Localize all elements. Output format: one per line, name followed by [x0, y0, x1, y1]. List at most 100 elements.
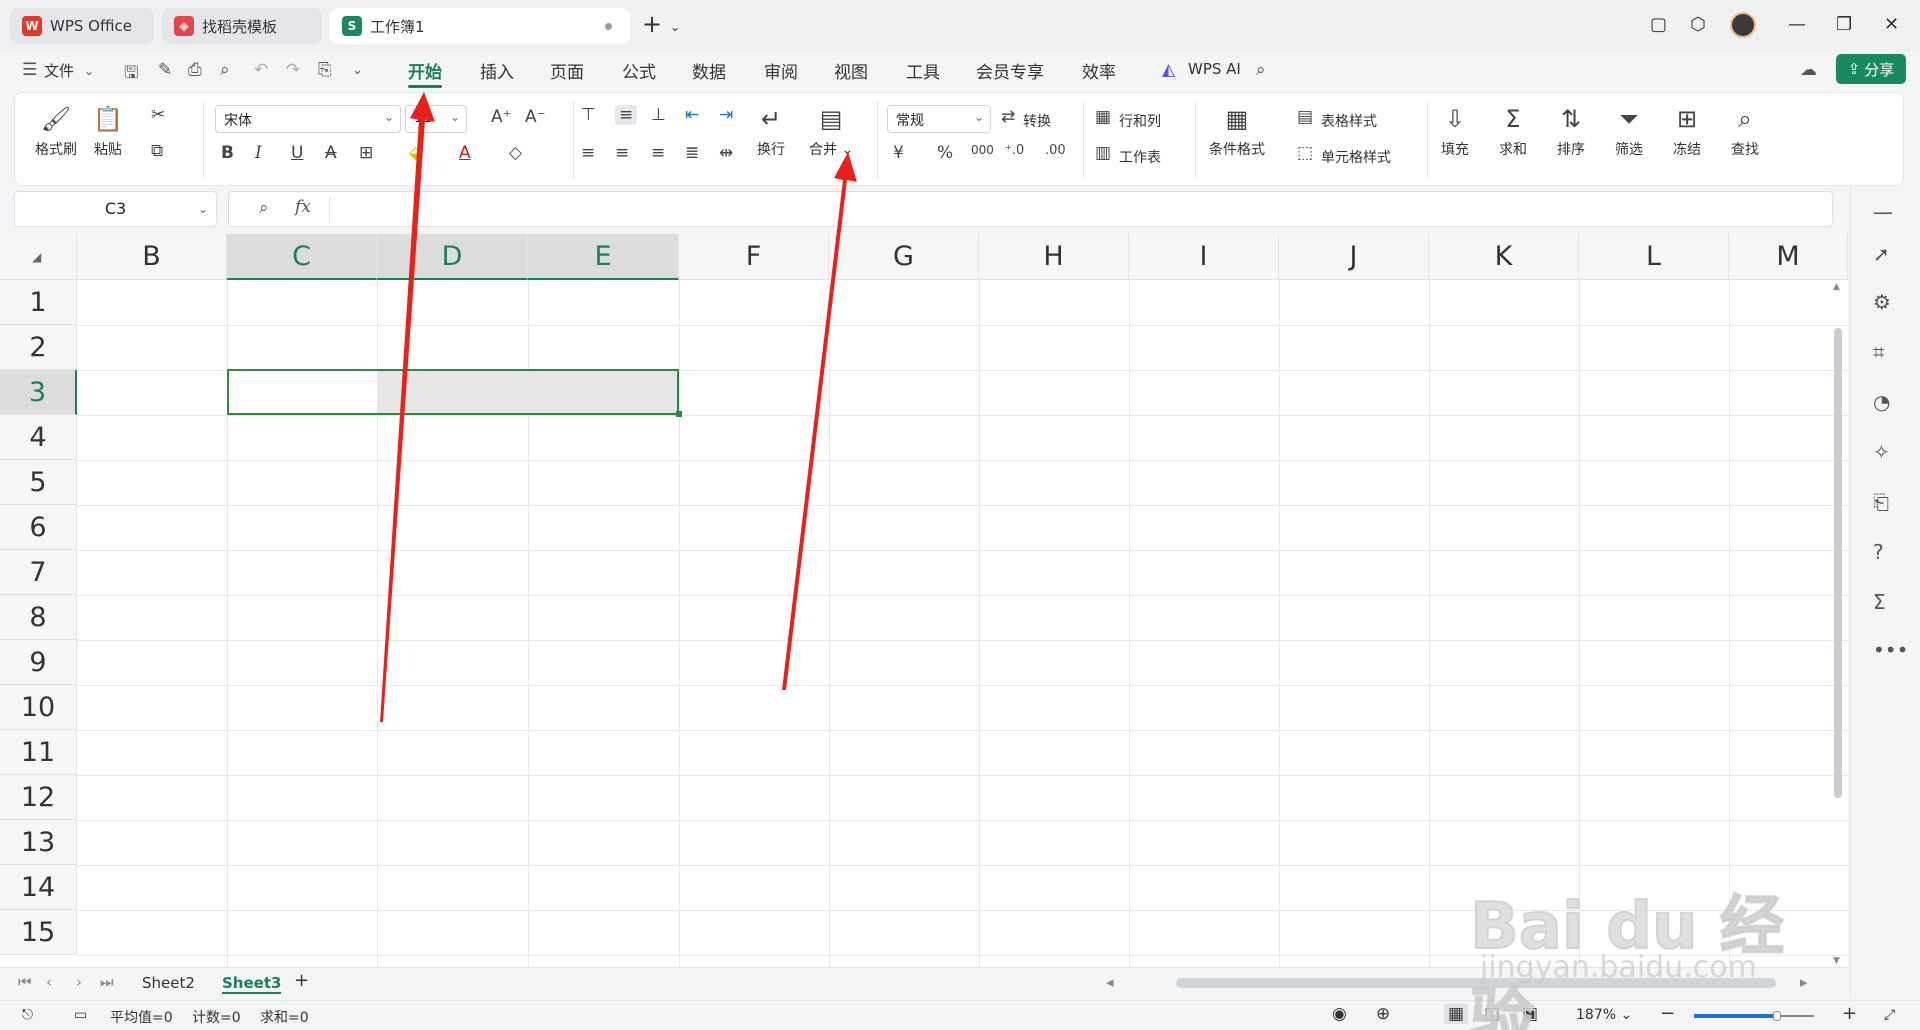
cut-icon[interactable]: ✂	[151, 105, 165, 125]
row-header[interactable]: 10	[0, 685, 77, 730]
format-painter-button[interactable]: 🖌 格式刷	[35, 105, 77, 159]
font-increase-icon[interactable]: A⁺	[491, 107, 512, 127]
number-format-select[interactable]: 常规 ⌄	[887, 105, 991, 133]
tab-view[interactable]: 视图	[834, 58, 868, 83]
vertical-scroll-thumb[interactable]	[1834, 328, 1842, 798]
first-sheet-icon[interactable]: ⏮	[18, 973, 32, 991]
undo-icon[interactable]: ↶	[254, 60, 268, 80]
column-header[interactable]: D	[377, 234, 528, 280]
row-header[interactable]: 8	[0, 595, 77, 640]
window-list-icon[interactable]: ▢	[1650, 14, 1667, 35]
convert-icon[interactable]: ⇄	[1001, 107, 1015, 127]
zoom-slider-knob[interactable]	[1773, 1011, 1781, 1021]
search-icon[interactable]: ⌕	[1256, 60, 1266, 80]
fill-button[interactable]: ⇩ 填充	[1441, 105, 1469, 159]
align-right-icon[interactable]: ≡	[651, 143, 665, 163]
wps-ai-button[interactable]: WPS AI	[1188, 60, 1241, 78]
row-header[interactable]: 2	[0, 325, 77, 370]
next-sheet-icon[interactable]: ›	[76, 973, 82, 991]
minimize-icon[interactable]: —	[1788, 14, 1806, 35]
row-header[interactable]: 4	[0, 415, 77, 460]
copy-icon[interactable]: ⧉	[151, 141, 163, 161]
row-header[interactable]: 11	[0, 730, 77, 775]
italic-button[interactable]: I	[255, 143, 262, 163]
file-chevron-icon[interactable]: ⌄	[84, 64, 94, 78]
sheet-tab-sheet3[interactable]: Sheet3	[222, 974, 282, 994]
border-icon[interactable]: ⊞	[359, 143, 373, 163]
align-middle-icon[interactable]: ≡	[615, 105, 638, 125]
table-style-icon[interactable]: ▤	[1297, 107, 1313, 127]
spreadsheet-grid[interactable]: ◢ B C D E F G H I J K L M 1 2 3 4 5 6 7 …	[0, 234, 1848, 967]
tab-tools[interactable]: 工具	[906, 58, 940, 83]
tab-review[interactable]: 审阅	[764, 58, 798, 83]
find-button[interactable]: ⌕ 查找	[1731, 105, 1759, 159]
tab-efficiency[interactable]: 效率	[1082, 58, 1116, 83]
decimal-decrease-icon[interactable]: .00	[1045, 143, 1066, 158]
tab-home[interactable]: 开始	[408, 58, 442, 88]
redo-icon[interactable]: ↷	[286, 60, 300, 80]
macro-icon[interactable]: ⎋	[22, 1007, 33, 1023]
row-header[interactable]: 3	[0, 370, 77, 415]
tab-workbook1[interactable]: S 工作簿1	[330, 8, 630, 44]
add-sheet-button[interactable]: +	[294, 970, 309, 991]
help-icon[interactable]: ?	[1873, 540, 1884, 564]
tab-docer-templates[interactable]: ◈ 找稻壳模板	[162, 8, 322, 44]
bold-button[interactable]: B	[221, 143, 234, 163]
row-header[interactable]: 15	[0, 910, 77, 955]
export-icon[interactable]: ⎘	[318, 60, 332, 80]
worksheet-icon[interactable]: ▥	[1095, 143, 1111, 163]
sort-button[interactable]: ⇅ 排序	[1557, 105, 1585, 159]
merge-button[interactable]: ▤ 合并 ⌄	[809, 105, 853, 159]
align-bottom-icon[interactable]: ⊥	[651, 105, 666, 125]
column-header[interactable]: E	[528, 234, 679, 280]
tab-page[interactable]: 页面	[550, 58, 584, 83]
strikethrough-button[interactable]: A	[325, 143, 337, 163]
convert-button[interactable]: 转换	[1023, 111, 1051, 131]
share-button[interactable]: ⇪ 分享	[1836, 54, 1906, 84]
column-header[interactable]: K	[1429, 234, 1579, 280]
prev-sheet-icon[interactable]: ‹	[46, 973, 52, 991]
conditional-format-button[interactable]: ▦ 条件格式	[1209, 105, 1265, 159]
column-header[interactable]: J	[1279, 234, 1429, 280]
sheet-tab-sheet2[interactable]: Sheet2	[142, 974, 195, 992]
collapse-icon[interactable]: —	[1873, 200, 1893, 224]
formula-bar[interactable]: ⌕ fx	[228, 191, 1833, 227]
freeze-button[interactable]: ⊞ 冻结	[1673, 105, 1701, 159]
select-all-corner[interactable]: ◢	[0, 234, 77, 280]
settings-sliders-icon[interactable]: ⚙	[1873, 290, 1891, 314]
vertical-scrollbar[interactable]: ▲ ▼	[1832, 282, 1844, 967]
tab-list-chevron-icon[interactable]: ⌄	[670, 20, 680, 34]
thousands-button[interactable]: 000	[971, 143, 994, 157]
scroll-down-icon[interactable]: ▼	[1833, 956, 1840, 966]
view-mode-icon[interactable]: ⊕	[1376, 1004, 1390, 1024]
tab-wps-office[interactable]: W WPS Office	[10, 8, 154, 44]
cloud-upload-icon[interactable]: ☁	[1800, 60, 1817, 80]
cube-icon[interactable]: ⬡	[1690, 14, 1706, 35]
active-cell-c3[interactable]	[229, 371, 377, 413]
tab-member[interactable]: 会员专享	[976, 58, 1044, 83]
align-top-icon[interactable]: ⊤	[581, 105, 596, 125]
column-header[interactable]: M	[1729, 234, 1848, 280]
fx-button[interactable]: fx	[295, 197, 311, 217]
record-icon[interactable]: ▭	[74, 1007, 87, 1023]
zoom-formula-icon[interactable]: ⌕	[259, 198, 269, 218]
paste-button[interactable]: 📋 粘贴	[93, 105, 123, 159]
row-header[interactable]: 14	[0, 865, 77, 910]
distribute-icon[interactable]: ⇹	[719, 143, 733, 163]
more-chevron-icon[interactable]: ⌄	[352, 63, 363, 78]
zoom-out-icon[interactable]: −	[1660, 1003, 1675, 1024]
tab-data[interactable]: 数据	[692, 58, 726, 83]
save-icon[interactable]: 🖫	[124, 60, 138, 89]
align-center-icon[interactable]: ≡	[615, 143, 629, 163]
column-header[interactable]: L	[1579, 234, 1729, 280]
tab-formula[interactable]: 公式	[622, 58, 656, 83]
row-header[interactable]: 6	[0, 505, 77, 550]
file-menu[interactable]: 文件	[44, 60, 74, 81]
avatar[interactable]	[1730, 12, 1756, 38]
book-icon[interactable]: ⎗	[1873, 490, 1889, 514]
underline-button[interactable]: U	[291, 143, 303, 163]
align-left-icon[interactable]: ≡	[581, 143, 595, 163]
row-header[interactable]: 5	[0, 460, 77, 505]
new-tab-button[interactable]: +	[642, 10, 662, 38]
tools-icon[interactable]: ✧	[1873, 440, 1890, 464]
